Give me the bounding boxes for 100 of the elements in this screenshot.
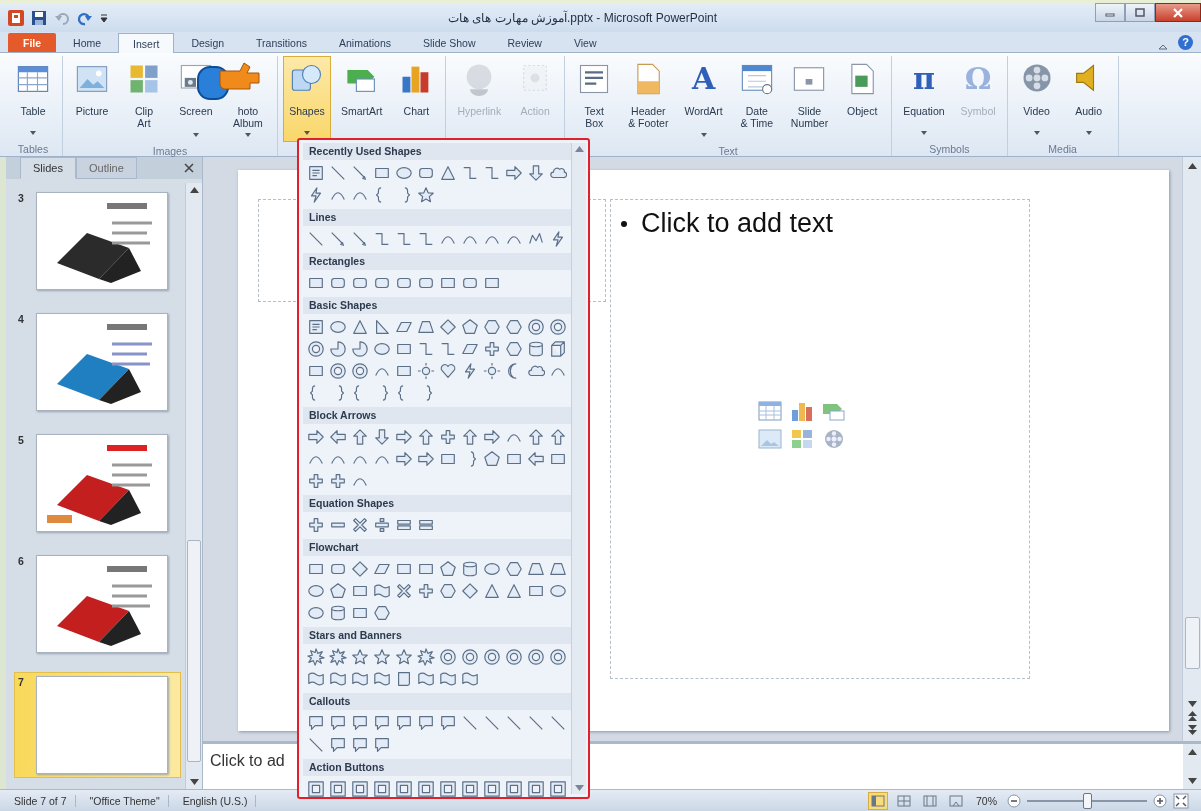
action-button-icon[interactable] <box>373 780 391 798</box>
action-button-icon[interactable] <box>329 780 347 798</box>
hexagon-icon[interactable] <box>439 582 457 600</box>
scroll-icon[interactable] <box>395 670 413 688</box>
pentagon-icon[interactable] <box>461 318 479 336</box>
plus-icon[interactable] <box>417 582 435 600</box>
elbow-connector-icon[interactable] <box>395 230 413 248</box>
wave-icon[interactable] <box>373 670 391 688</box>
ribbon-tab[interactable]: Slide Show <box>408 33 491 52</box>
elbow-connector-icon[interactable] <box>439 340 457 358</box>
slide-thumbnail-row[interactable]: 7 <box>14 672 181 778</box>
ribbon-button[interactable]: Date & Time <box>732 56 781 144</box>
plus-icon[interactable] <box>307 516 325 534</box>
scroll-down-icon[interactable] <box>189 779 199 785</box>
text-box-icon[interactable] <box>307 164 325 182</box>
previous-slide-icon[interactable] <box>1187 711 1197 721</box>
hexagon-icon[interactable] <box>505 318 523 336</box>
elbow-connector-icon[interactable] <box>373 230 391 248</box>
elbow-connector-icon[interactable] <box>417 230 435 248</box>
action-button-icon[interactable] <box>395 780 413 798</box>
ring-icon[interactable] <box>527 648 545 666</box>
cube-icon[interactable] <box>549 340 567 358</box>
plus-icon[interactable] <box>329 472 347 490</box>
burst-icon[interactable] <box>307 648 325 666</box>
ribbon-tab[interactable]: Design <box>176 33 240 52</box>
line-icon[interactable] <box>307 736 325 754</box>
ring-icon[interactable] <box>329 362 347 380</box>
trapezoid-icon[interactable] <box>549 560 567 578</box>
callout-icon[interactable] <box>351 714 369 732</box>
ring-icon[interactable] <box>527 318 545 336</box>
ribbon-tab[interactable]: Animations <box>324 33 406 52</box>
arrow-line-icon[interactable] <box>351 164 369 182</box>
line-icon[interactable] <box>307 230 325 248</box>
line-icon[interactable] <box>549 714 567 732</box>
callout-icon[interactable] <box>329 714 347 732</box>
pie-icon[interactable] <box>351 340 369 358</box>
ring-icon[interactable] <box>505 648 523 666</box>
text-box-icon[interactable] <box>307 318 325 336</box>
scroll-down-icon[interactable] <box>1187 701 1197 707</box>
ring-icon[interactable] <box>351 362 369 380</box>
elbow-connector-icon[interactable] <box>417 340 435 358</box>
divide-icon[interactable] <box>373 516 391 534</box>
ring-icon[interactable] <box>549 648 567 666</box>
callout-icon[interactable] <box>439 714 457 732</box>
trapezoid-icon[interactable] <box>527 560 545 578</box>
cylinder-icon[interactable] <box>527 340 545 358</box>
hexagon-icon[interactable] <box>373 604 391 622</box>
action-button-icon[interactable] <box>307 780 325 798</box>
save-icon[interactable] <box>31 9 47 26</box>
ribbon-button[interactable]: Header & Footer <box>622 56 675 144</box>
scroll-up-icon[interactable] <box>189 187 199 193</box>
callout-icon[interactable] <box>395 714 413 732</box>
down-arrow-icon[interactable] <box>373 428 391 446</box>
right-arrow-icon[interactable] <box>395 428 413 446</box>
action-button-icon[interactable] <box>351 780 369 798</box>
callout-icon[interactable] <box>351 736 369 754</box>
line-icon[interactable] <box>527 714 545 732</box>
callout-icon[interactable] <box>329 736 347 754</box>
callout-icon[interactable] <box>373 714 391 732</box>
ring-icon[interactable] <box>307 340 325 358</box>
ribbon-tab[interactable]: Insert <box>118 33 175 53</box>
left-arrow-icon[interactable] <box>329 428 347 446</box>
burst-icon[interactable] <box>417 648 435 666</box>
view-button[interactable] <box>868 791 888 810</box>
ribbon-tab[interactable]: File <box>8 33 57 52</box>
star-icon[interactable] <box>351 648 369 666</box>
wave-icon[interactable] <box>373 582 391 600</box>
triangle-icon[interactable] <box>505 582 523 600</box>
ribbon-button[interactable]: Clip Art <box>120 56 168 144</box>
arrow-line-icon[interactable] <box>351 230 369 248</box>
scrollbar-thumb[interactable] <box>187 540 201 762</box>
wave-icon[interactable] <box>439 670 457 688</box>
zoom-out-icon[interactable] <box>1007 793 1021 808</box>
pentagon-icon[interactable] <box>329 582 347 600</box>
wave-icon[interactable] <box>461 670 479 688</box>
callout-icon[interactable] <box>417 714 435 732</box>
ribbon-button[interactable]: Table <box>9 56 57 142</box>
pentagon-icon[interactable] <box>483 450 501 468</box>
up-arrow-icon[interactable] <box>351 428 369 446</box>
ribbon-button[interactable]: Audio <box>1064 56 1113 142</box>
up-arrow-icon[interactable] <box>417 428 435 446</box>
ribbon-button[interactable]: Chart <box>392 56 441 142</box>
callout-icon[interactable] <box>373 736 391 754</box>
scroll-down-icon[interactable] <box>1187 778 1197 784</box>
line-icon[interactable] <box>505 714 523 732</box>
triangle-icon[interactable] <box>351 318 369 336</box>
heart-icon[interactable] <box>439 362 457 380</box>
plus-icon[interactable] <box>307 472 325 490</box>
triangle-icon[interactable] <box>483 582 501 600</box>
sun-icon[interactable] <box>483 362 501 380</box>
ribbon-button[interactable]: Picture <box>68 56 116 144</box>
ribbon-button[interactable]: π Equation <box>897 56 951 142</box>
cylinder-icon[interactable] <box>329 604 347 622</box>
minimize-button[interactable] <box>1095 3 1125 22</box>
action-button-icon[interactable] <box>461 780 479 798</box>
close-button[interactable] <box>1155 3 1201 22</box>
ribbon-button[interactable]: Object <box>838 56 887 144</box>
cylinder-icon[interactable] <box>461 560 479 578</box>
pie-icon[interactable] <box>329 340 347 358</box>
diamond-icon[interactable] <box>461 582 479 600</box>
